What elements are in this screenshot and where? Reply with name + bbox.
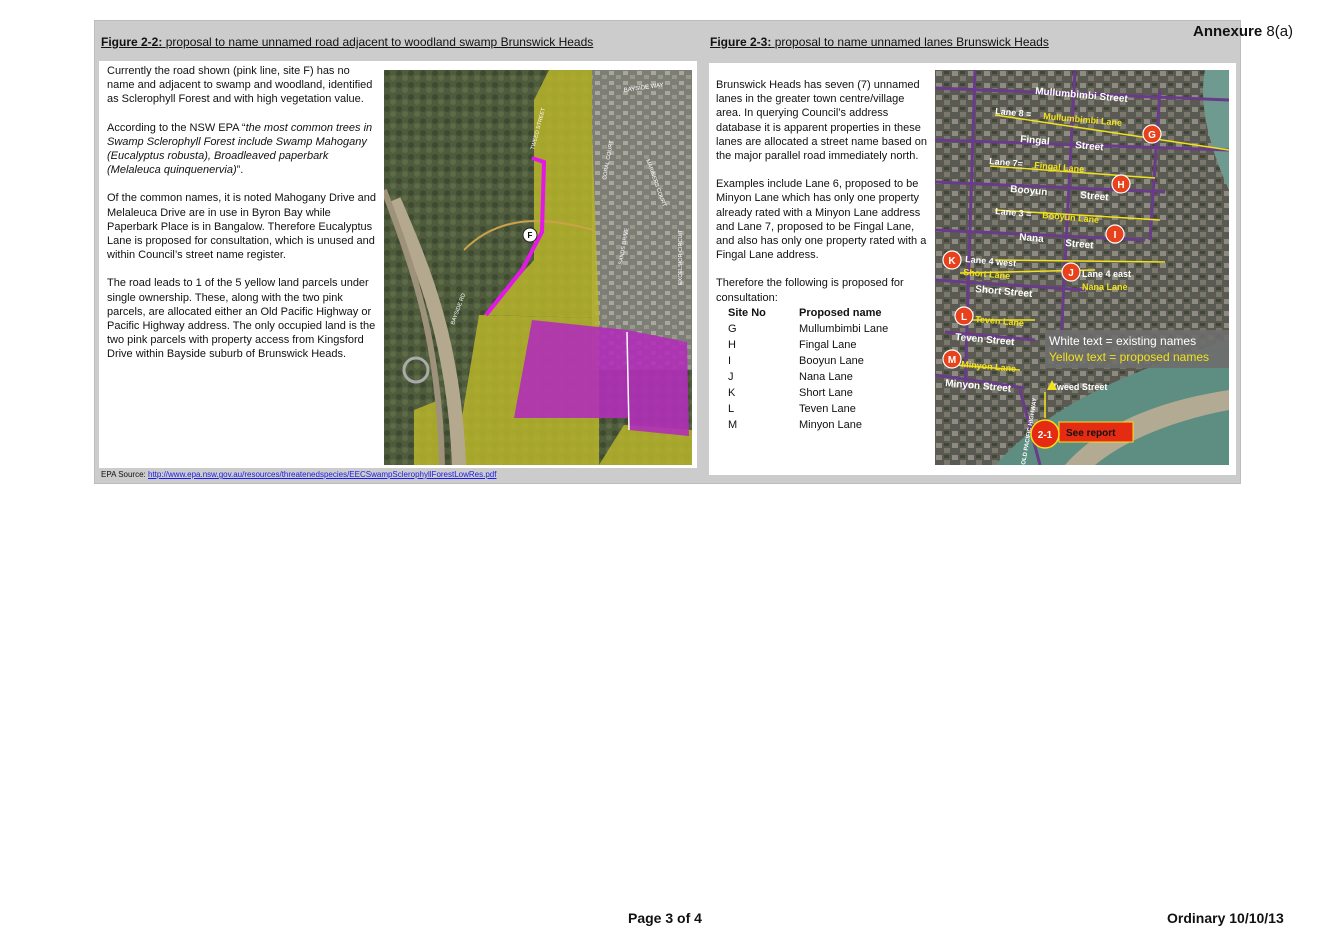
label-excelsior-circuit: EXCELSIOR CIRCUIT xyxy=(678,229,684,285)
left-paragraph-1: Currently the road shown (pink line, sit… xyxy=(107,65,373,106)
label-lane4-east: Lane 4 east xyxy=(1082,269,1131,279)
figure-right-caption: proposal to name unnamed lanes Brunswick… xyxy=(774,35,1049,49)
meeting-date: Ordinary 10/10/13 xyxy=(1167,910,1284,926)
proposed-names-table: Site No Proposed name G Mullumbimbi Lane … xyxy=(728,305,888,433)
proposed-name: Minyon Lane xyxy=(799,418,862,431)
yellow-parcel-west xyxy=(414,400,439,465)
site-l-label: L xyxy=(961,312,967,323)
figure-left-title: Figure 2-2: proposal to name unnamed roa… xyxy=(101,35,593,49)
proposed-name: Nana Lane xyxy=(799,370,853,383)
site-h-label: H xyxy=(1117,180,1124,191)
table-header-row: Site No Proposed name xyxy=(728,305,888,321)
figure-right-text: Brunswick Heads has seven (7) unnamed la… xyxy=(716,78,928,433)
site-i-label: I xyxy=(1114,230,1117,241)
table-row: I Booyun Lane xyxy=(728,353,888,369)
left-paragraph-2-suffix: ”. xyxy=(236,164,244,177)
site-no: J xyxy=(728,370,734,383)
site-no: K xyxy=(728,386,736,399)
site-no: L xyxy=(728,402,735,415)
annexure-prefix: Annexure xyxy=(1193,23,1263,40)
table-row: J Nana Lane xyxy=(728,369,888,385)
proposed-name: Fingal Lane xyxy=(799,338,857,351)
right-paragraph-2: Examples include Lane 6, proposed to be … xyxy=(716,178,927,262)
site-m-label: M xyxy=(948,355,956,366)
legend-existing: White text = existing names xyxy=(1049,334,1196,348)
site-no: M xyxy=(728,418,738,431)
epa-source-prefix: EPA Source: xyxy=(101,470,148,479)
site-no: H xyxy=(728,338,736,351)
pink-parcel-east xyxy=(627,330,689,436)
label-tweed-street: Tweed Street xyxy=(1052,382,1107,392)
pink-parcel-west xyxy=(514,320,629,418)
proposed-name: Teven Lane xyxy=(799,402,856,415)
left-paragraph-2-prefix: According to the NSW EPA “ xyxy=(107,121,246,134)
annexure-label: Annexure 8(a) xyxy=(1193,23,1293,40)
table-row: K Short Lane xyxy=(728,385,888,401)
figure-left-text: Currently the road shown (pink line, sit… xyxy=(107,64,377,376)
page-number: Page 3 of 4 xyxy=(628,910,702,926)
table-row: L Teven Lane xyxy=(728,401,888,417)
figure-left-caption: proposal to name unnamed road adjacent t… xyxy=(165,35,594,49)
left-paragraph-2: According to the NSW EPA “the most commo… xyxy=(107,121,377,178)
annexure-number: 8(a) xyxy=(1266,23,1294,40)
aerial-map-lanes: Mullumbimbi Street Lane 8 = Mullumbimbi … xyxy=(935,70,1229,465)
site-no: I xyxy=(728,354,732,367)
site-no: G xyxy=(728,322,737,335)
label-nana: Nana xyxy=(1019,232,1045,245)
site-j-label: J xyxy=(1068,268,1074,279)
header-proposed-name: Proposed name xyxy=(799,306,882,319)
left-paragraph-3: Of the common names, it is noted Mahogan… xyxy=(107,192,377,262)
site-g-label: G xyxy=(1148,130,1156,141)
proposed-name: Booyun Lane xyxy=(799,354,864,367)
ref-2-1-label: 2-1 xyxy=(1038,430,1053,441)
see-report-label: See report xyxy=(1066,428,1116,439)
bayside-suburb xyxy=(592,70,692,370)
proposed-name: Mullumbimbi Lane xyxy=(799,322,889,335)
label-nana-lane: Nana Lane xyxy=(1082,282,1128,292)
table-row: M Minyon Lane xyxy=(728,417,888,433)
proposed-name: Short Lane xyxy=(799,386,853,399)
aerial-map-swamp: F BAYSIDE WAY TWEED STREET CORAL COURT M… xyxy=(384,70,692,465)
left-paragraph-4: The road leads to 1 of the 5 yellow land… xyxy=(107,277,376,361)
epa-source-link[interactable]: http://www.epa.nsw.gov.au/resources/thre… xyxy=(148,470,496,479)
site-k-label: K xyxy=(948,256,956,267)
site-f-label: F xyxy=(528,231,533,240)
table-row: G Mullumbimbi Lane xyxy=(728,321,888,337)
figure-right-title: Figure 2-3: proposal to name unnamed lan… xyxy=(710,35,1049,49)
right-paragraph-3: Therefore the following is proposed for … xyxy=(716,277,904,304)
epa-source: EPA Source: http://www.epa.nsw.gov.au/re… xyxy=(101,470,496,479)
header-site-no: Site No xyxy=(728,306,766,319)
legend-proposed: Yellow text = proposed names xyxy=(1049,350,1209,364)
figure-right-label: Figure 2-3: xyxy=(710,35,772,49)
figure-left-label: Figure 2-2: xyxy=(101,35,163,49)
right-paragraph-1: Brunswick Heads has seven (7) unnamed la… xyxy=(716,79,927,163)
table-row: H Fingal Lane xyxy=(728,337,888,353)
